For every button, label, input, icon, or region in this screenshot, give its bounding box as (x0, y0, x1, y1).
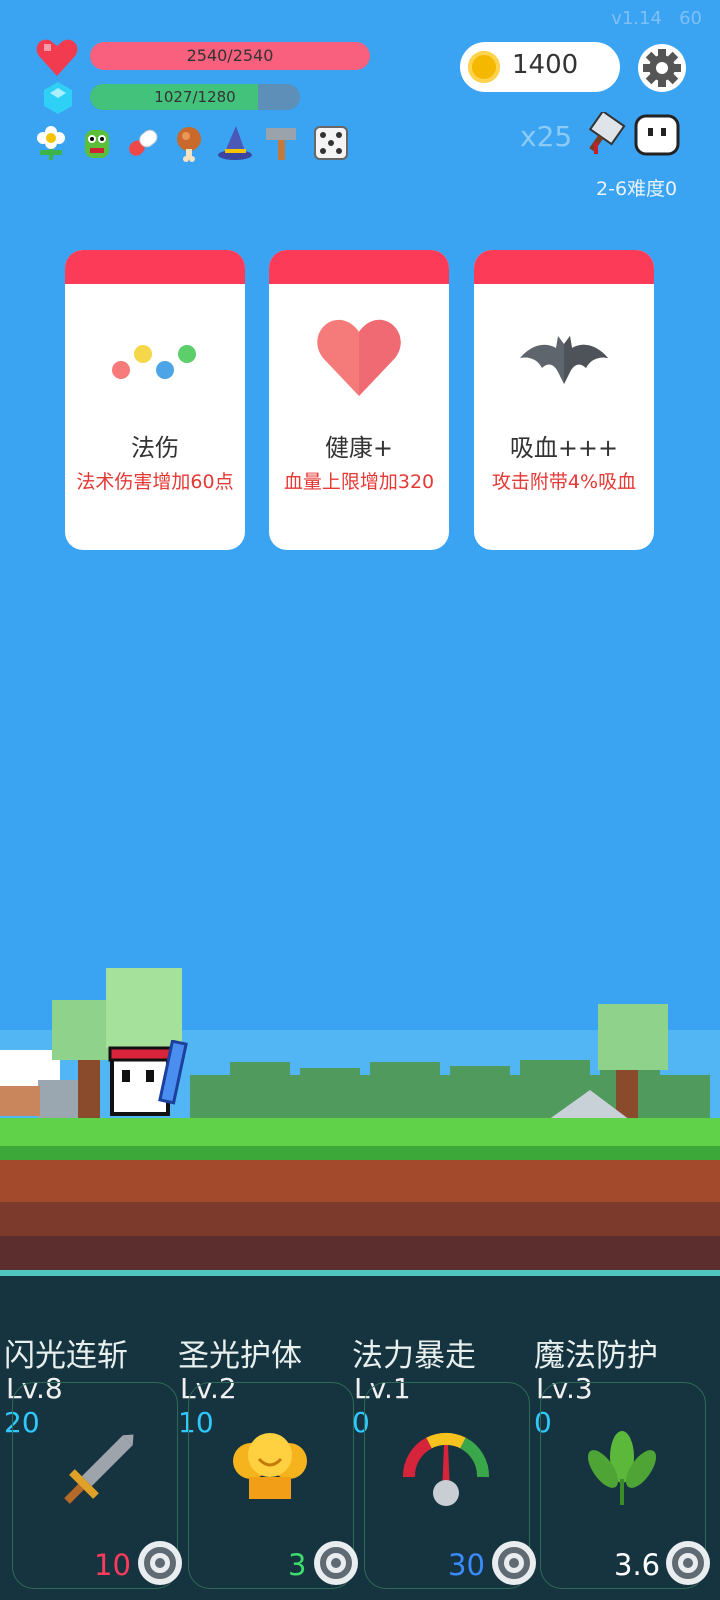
dice-icon[interactable] (312, 124, 350, 162)
heart-icon (315, 318, 403, 398)
green-monster-icon[interactable] (78, 124, 116, 162)
card-title: 健康+ (324, 434, 394, 462)
golden-trophy-icon (225, 1421, 315, 1511)
meat-leg-icon[interactable] (170, 124, 208, 162)
card-description: 血量上限增加320 (283, 471, 435, 493)
card-header (269, 250, 449, 284)
card-title: 法伤 (131, 434, 179, 462)
enemy-count: x25 (520, 120, 573, 153)
skill-cooldown-icon[interactable] (492, 1541, 536, 1585)
mp-bar: 1027/1280 (90, 84, 300, 110)
upgrade-card-magic-damage[interactable]: 法伤 法术伤害增加60点 (65, 250, 245, 550)
card-description: 法术伤害增加60点 (76, 471, 234, 493)
version-label: v1.14 60 (611, 8, 702, 29)
heart-icon (34, 34, 80, 80)
pill-capsule-icon[interactable] (124, 124, 162, 162)
crystal-icon (40, 80, 76, 116)
coin-icon (468, 51, 500, 83)
leaf-plant-icon (577, 1423, 667, 1513)
hp-bar: 2540/2540 (90, 42, 370, 70)
coin-amount: 1400 (512, 50, 579, 80)
flower-icon[interactable] (32, 124, 70, 162)
gear-icon (643, 49, 681, 87)
wizard-hat-icon[interactable] (216, 124, 254, 162)
hp-text: 2540/2540 (186, 46, 274, 65)
upgrade-card-health[interactable]: 健康+ 血量上限增加320 (269, 250, 449, 550)
skill-cooldown-icon[interactable] (138, 1541, 182, 1585)
skill-name: 圣光护体 (178, 1338, 302, 1374)
cleaver-icon (582, 109, 626, 158)
skill-cost: 3 (288, 1548, 307, 1582)
skill-name: 法力暴走 (352, 1338, 476, 1374)
skill-cooldown-icon[interactable] (314, 1541, 358, 1585)
bat-icon (518, 334, 610, 386)
skill-name: 闪光连斩 (4, 1338, 128, 1374)
skill-name: 魔法防护 (534, 1338, 658, 1374)
hammer-icon[interactable] (262, 124, 300, 162)
settings-button[interactable] (638, 44, 686, 92)
skill-cost: 10 (94, 1548, 131, 1582)
coin-counter: 1400 (460, 42, 620, 92)
ghost-icon (634, 114, 680, 158)
hero-character (106, 1039, 196, 1122)
upgrade-card-lifesteal[interactable]: 吸血+++ 攻击附带4%吸血 (474, 250, 654, 550)
card-header (474, 250, 654, 284)
sword-icon (51, 1427, 141, 1517)
skill-cost: 30 (448, 1548, 485, 1582)
card-header (65, 250, 245, 284)
color-dots-icon (109, 342, 201, 382)
skill-cooldown-icon[interactable] (666, 1541, 710, 1585)
skill-cost: 3.6 (614, 1548, 661, 1582)
mp-text: 1027/1280 (154, 88, 236, 106)
stage-label: 2-6难度0 (596, 178, 678, 200)
panel-edge (0, 1270, 720, 1276)
card-title: 吸血+++ (509, 434, 619, 462)
gauge-icon (401, 1423, 491, 1513)
card-description: 攻击附带4%吸血 (491, 471, 637, 493)
